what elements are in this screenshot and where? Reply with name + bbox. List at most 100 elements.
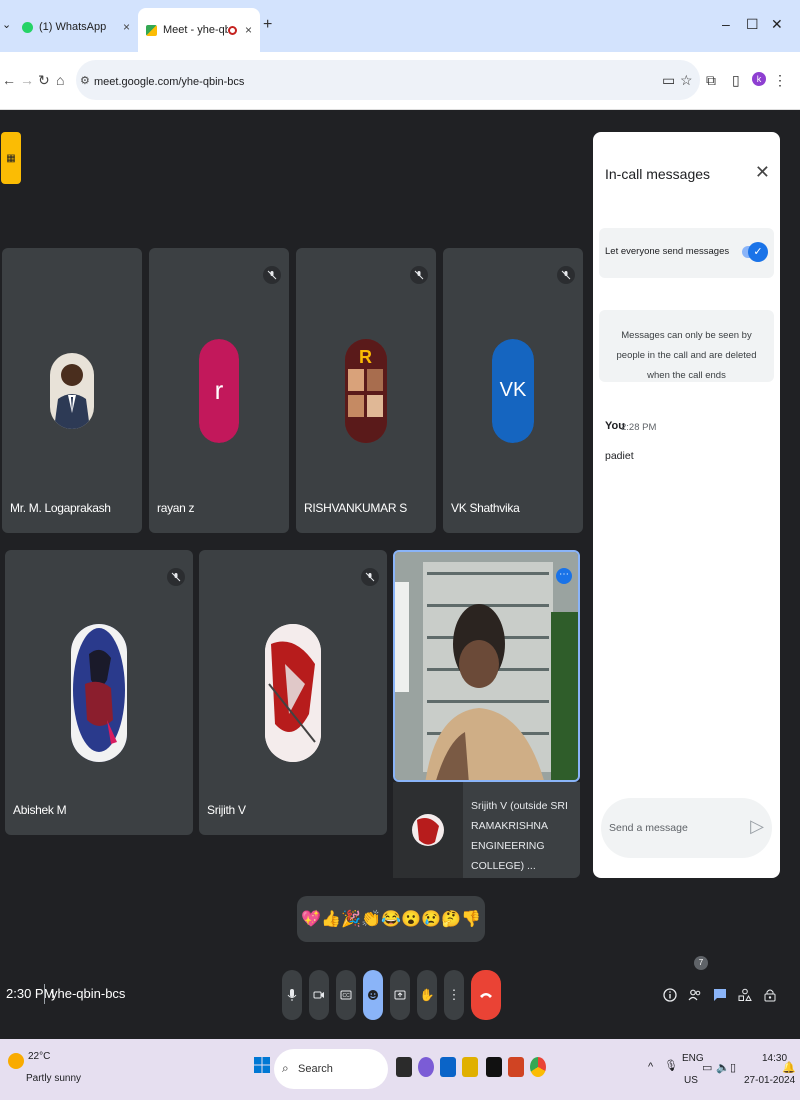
send-messages-toggle[interactable]: ✓ [742,242,768,262]
divider [44,984,45,1004]
raise-hand-button[interactable]: ✋ [417,970,437,1020]
copilot-icon[interactable] [418,1057,434,1077]
tray-clock-date[interactable]: 27-01-2024 [744,1075,795,1086]
end-call-icon [480,993,492,998]
tab-close-button[interactable]: × [245,23,252,37]
weather-sun-icon[interactable] [8,1053,24,1069]
tab-search-dropdown[interactable]: ⌄ [2,18,11,31]
tab-whatsapp[interactable]: (1) WhatsApp × [14,10,138,44]
minimize-button[interactable]: – [722,16,730,32]
side-panel-icon[interactable]: ▯ [732,72,740,89]
mic-off-icon [410,266,428,284]
more-options-icon[interactable]: ⋯ [556,568,572,584]
chat-button[interactable] [710,984,730,1006]
send-icon[interactable]: ▷ [750,816,764,837]
chrome-icon[interactable] [530,1057,546,1077]
reaction-clap[interactable]: 👏 [361,909,381,929]
new-tab-button[interactable]: + [263,16,272,34]
network-icon[interactable]: ▭ [702,1061,712,1074]
participant-name: RISHVANKUMAR S [304,501,407,515]
camera-button[interactable] [309,970,329,1020]
people-icon [688,989,701,1001]
participant-tile[interactable]: r rayan z [149,248,289,533]
participant-tile[interactable]: VK VK Shathvika [443,248,583,533]
tab-close-button[interactable]: × [123,20,130,34]
close-window-button[interactable]: ✕ [771,16,783,33]
recording-icon [227,25,237,35]
message-input[interactable] [609,822,739,834]
reaction-thinking[interactable]: 🤔 [441,909,461,929]
weather-temperature[interactable]: 22°C [28,1051,50,1062]
url-text[interactable]: meet.google.com/yhe-qbin-bcs [94,76,244,88]
forward-icon[interactable]: → [20,72,34,88]
pinned-participant-name: Srijith V (outside SRI RAMAKRISHNA ENGIN… [471,800,568,872]
reactions-button[interactable] [363,970,383,1020]
mic-off-icon [167,568,185,586]
taskbar-search[interactable]: ⌕ Search [274,1049,388,1089]
reaction-surprised[interactable]: 😮 [401,909,421,929]
activities-icon [738,988,752,1001]
meeting-details-button[interactable] [660,984,680,1006]
home-icon[interactable]: ⌂ [56,72,64,88]
participant-tile[interactable]: Mr. M. Logaprakash [2,248,142,533]
more-options-button[interactable]: ⋮ [444,970,464,1020]
leave-call-button[interactable] [471,970,501,1020]
weather-description[interactable]: Partly sunny [26,1073,81,1084]
pinned-participant-card[interactable]: Srijith V (outside SRI RAMAKRISHNA ENGIN… [393,782,580,878]
site-info-icon[interactable]: ⚙ [80,74,90,87]
reaction-thumbs-up[interactable]: 👍 [321,909,341,929]
language-line2[interactable]: US [684,1075,698,1086]
host-controls-button[interactable] [760,984,780,1006]
activities-button[interactable] [735,984,755,1006]
bookmark-star-icon[interactable]: ☆ [680,72,693,89]
meet-icon [146,24,157,36]
close-icon[interactable]: ✕ [755,162,770,183]
participant-name: rayan z [157,501,195,515]
microphone-tray-icon[interactable]: 🎙 [664,1059,678,1072]
participant-tile[interactable]: R RISHVANKUMAR S [296,248,436,533]
extensions-icon[interactable]: ⧉ [706,72,716,89]
svg-text:R: R [359,347,372,367]
search-label: Search [298,1063,333,1075]
emoji-icon [368,990,378,1000]
reaction-heart[interactable]: 💖 [301,909,321,929]
captions-button[interactable]: CC [336,970,356,1020]
language-line1[interactable]: ENG [682,1053,704,1064]
tab-meet[interactable]: Meet - yhe-qbin-bcs × [138,8,260,52]
message-time: 2:28 PM [621,422,657,433]
participant-avatar [50,352,94,429]
camera-icon [313,991,324,999]
profile-avatar[interactable]: k [752,72,766,86]
windows-start-button[interactable] [254,1057,270,1078]
show-hidden-icons[interactable]: ^ [648,1061,653,1073]
outlook-icon[interactable] [440,1057,456,1077]
permission-row: Let everyone send messages ✓ [599,228,774,278]
camera-feed [395,552,578,780]
powerpoint-icon[interactable] [508,1057,524,1077]
camera-in-use-icon[interactable]: ▭ [662,72,675,89]
maximize-button[interactable]: ☐ [746,16,759,33]
reaction-joy[interactable]: 😂 [381,909,401,929]
file-explorer-icon[interactable] [396,1057,412,1077]
mic-button[interactable] [282,970,302,1020]
people-button[interactable] [685,984,705,1006]
present-screen-icon [394,990,406,1000]
reaction-thumbs-down[interactable]: 👎 [461,909,481,929]
reaction-sad[interactable]: 😢 [421,909,441,929]
slack-icon[interactable] [462,1057,478,1077]
reload-icon[interactable]: ↻ [38,72,50,89]
back-icon[interactable]: ← [2,72,16,88]
notification-bell-icon[interactable]: 🔔 [782,1061,796,1074]
hand-icon: ✋ [419,988,435,1002]
menu-kebab-icon[interactable]: ⋮ [773,72,787,89]
permission-label: Let everyone send messages [605,246,730,257]
live-video-tile[interactable]: ⋯ [393,550,580,782]
participant-tile[interactable]: Abishek M [5,550,193,835]
present-button[interactable] [390,970,410,1020]
battery-icon[interactable]: ▯ [730,1061,736,1074]
host-controls-icon[interactable]: ▦ [1,132,21,184]
reaction-party[interactable]: 🎉 [341,909,361,929]
participant-tile[interactable]: Srijith V [199,550,387,835]
code-editor-icon[interactable] [486,1057,502,1077]
volume-icon[interactable]: 🔈 [716,1061,730,1074]
